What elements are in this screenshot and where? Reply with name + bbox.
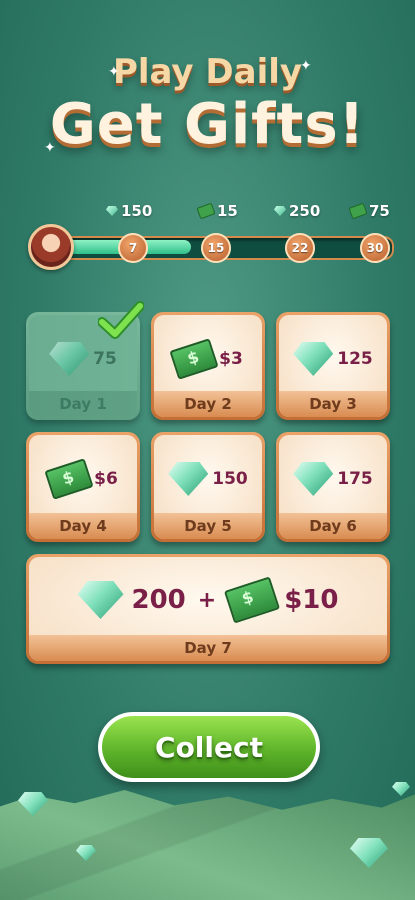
gem-icon (392, 782, 410, 796)
day-label: Day 4 (29, 513, 137, 539)
gem-icon (106, 206, 118, 216)
gem-icon (168, 462, 209, 496)
day-card-2[interactable]: $3 Day 2 (151, 312, 265, 420)
day-card-4[interactable]: $6 Day 4 (26, 432, 140, 542)
day-card-3[interactable]: 125 Day 3 (276, 312, 390, 420)
title-get-gifts: Get Gifts! (49, 92, 366, 157)
cash-icon (348, 202, 368, 220)
cash-icon (196, 202, 216, 220)
gem-icon (274, 206, 286, 216)
collect-button-label: Collect (102, 716, 316, 778)
title-play-daily: Play Daily (112, 52, 303, 92)
day-card-7[interactable]: 200 + $10 Day 7 (26, 554, 390, 664)
progress-reward-3: 250 (274, 202, 320, 220)
day-label: Day 1 (29, 391, 137, 417)
day-label: Day 5 (154, 513, 262, 539)
cash-icon (169, 338, 219, 380)
day-label: Day 2 (154, 391, 262, 417)
money-pile-decoration (0, 790, 415, 900)
progress-reward-2: 15 (196, 202, 238, 220)
player-avatar[interactable] (28, 224, 74, 270)
milestone-badge: 15 (201, 233, 231, 263)
progress-reward-4: 75 (348, 202, 390, 220)
day-label: Day 6 (279, 513, 387, 539)
gem-icon (49, 342, 90, 376)
gem-icon (293, 342, 334, 376)
sparkle-icon: ✦ (44, 140, 56, 156)
collect-button[interactable]: Collect (98, 712, 320, 782)
sparkle-icon: ✦ (108, 64, 120, 80)
cash-icon (44, 458, 94, 500)
cash-icon (224, 576, 281, 624)
milestone-badge: 7 (118, 233, 148, 263)
gem-icon (293, 462, 334, 496)
sparkle-icon: ✦ (300, 58, 312, 74)
day-card-5[interactable]: 150 Day 5 (151, 432, 265, 542)
day-card-6[interactable]: 175 Day 6 (276, 432, 390, 542)
gem-icon (77, 581, 124, 619)
checkmark-icon (98, 301, 144, 339)
milestone-badge: 22 (285, 233, 315, 263)
day-label: Day 7 (29, 635, 387, 661)
day-label: Day 3 (279, 391, 387, 417)
progress-reward-1: 150 (106, 202, 152, 220)
milestone-badge: 30 (360, 233, 390, 263)
